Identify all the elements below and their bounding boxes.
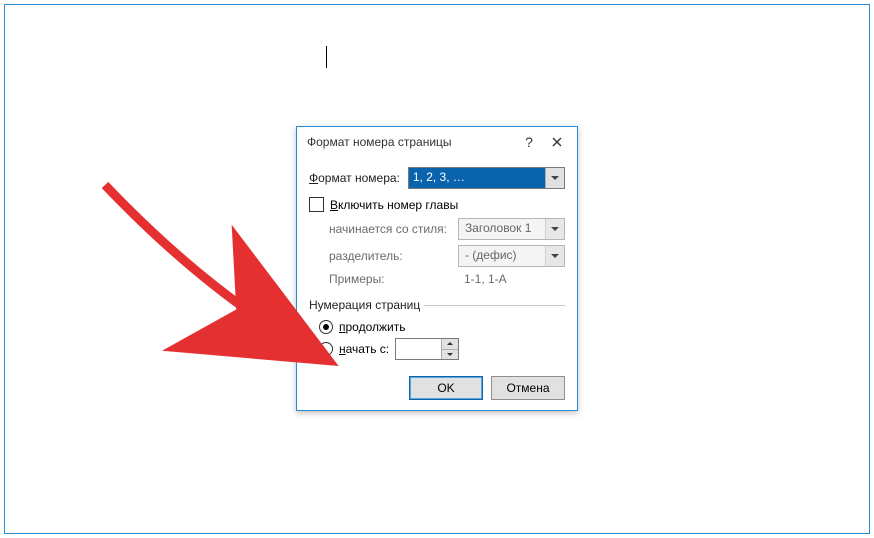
radio-continue-label: продолжить [339,320,405,334]
format-label: Формат номера: [309,171,400,185]
chapter-style-value: Заголовок 1 [459,219,545,239]
text-cursor [326,46,327,68]
start-at-spinner[interactable] [395,338,459,360]
numbering-legend: Нумерация страниц [309,298,424,312]
format-value: 1, 2, 3, … [409,168,545,188]
chevron-down-icon [551,176,559,180]
include-chapter-checkbox-row[interactable]: Включить номер главы [309,197,565,212]
close-icon [552,137,562,147]
chevron-up-icon [447,342,453,345]
dialog-titlebar: Формат номера страницы ? [297,127,577,157]
chevron-down-icon [551,227,559,231]
chevron-down-icon [447,353,453,356]
dialog-title: Формат номера страницы [307,135,515,149]
separator-label: разделитель: [329,249,458,263]
examples-value: 1-1, 1-A [464,272,507,286]
format-combo-button[interactable] [545,168,564,188]
include-chapter-checkbox[interactable] [309,197,324,212]
close-button[interactable] [543,131,571,153]
spinner-down-button[interactable] [442,350,458,360]
radio-continue[interactable] [319,320,333,334]
page-number-format-dialog: Формат номера страницы ? Формат номера: … [296,126,578,411]
spinner-up-button[interactable] [442,339,458,350]
include-chapter-label: Включить номер главы [330,198,458,212]
examples-label: Примеры: [329,272,464,286]
radio-start-label: начать с: [339,342,389,356]
chapter-style-combo: Заголовок 1 [458,218,565,240]
chevron-down-icon [551,254,559,258]
ok-button[interactable]: OK [409,376,483,400]
cancel-button[interactable]: Отмена [491,376,565,400]
radio-continue-row[interactable]: продолжить [319,320,565,334]
help-button[interactable]: ? [515,134,543,150]
radio-dot-icon [323,324,329,330]
format-combo[interactable]: 1, 2, 3, … [408,167,565,189]
radio-start[interactable] [319,342,333,356]
numbering-fieldset: Нумерация страниц продолжить начать с: [309,298,565,364]
separator-combo: - (дефис) [458,245,565,267]
start-at-value[interactable] [396,339,441,359]
radio-start-row[interactable]: начать с: [319,338,565,360]
separator-value: - (дефис) [459,246,545,266]
chapter-style-label: начинается со стиля: [329,222,458,236]
